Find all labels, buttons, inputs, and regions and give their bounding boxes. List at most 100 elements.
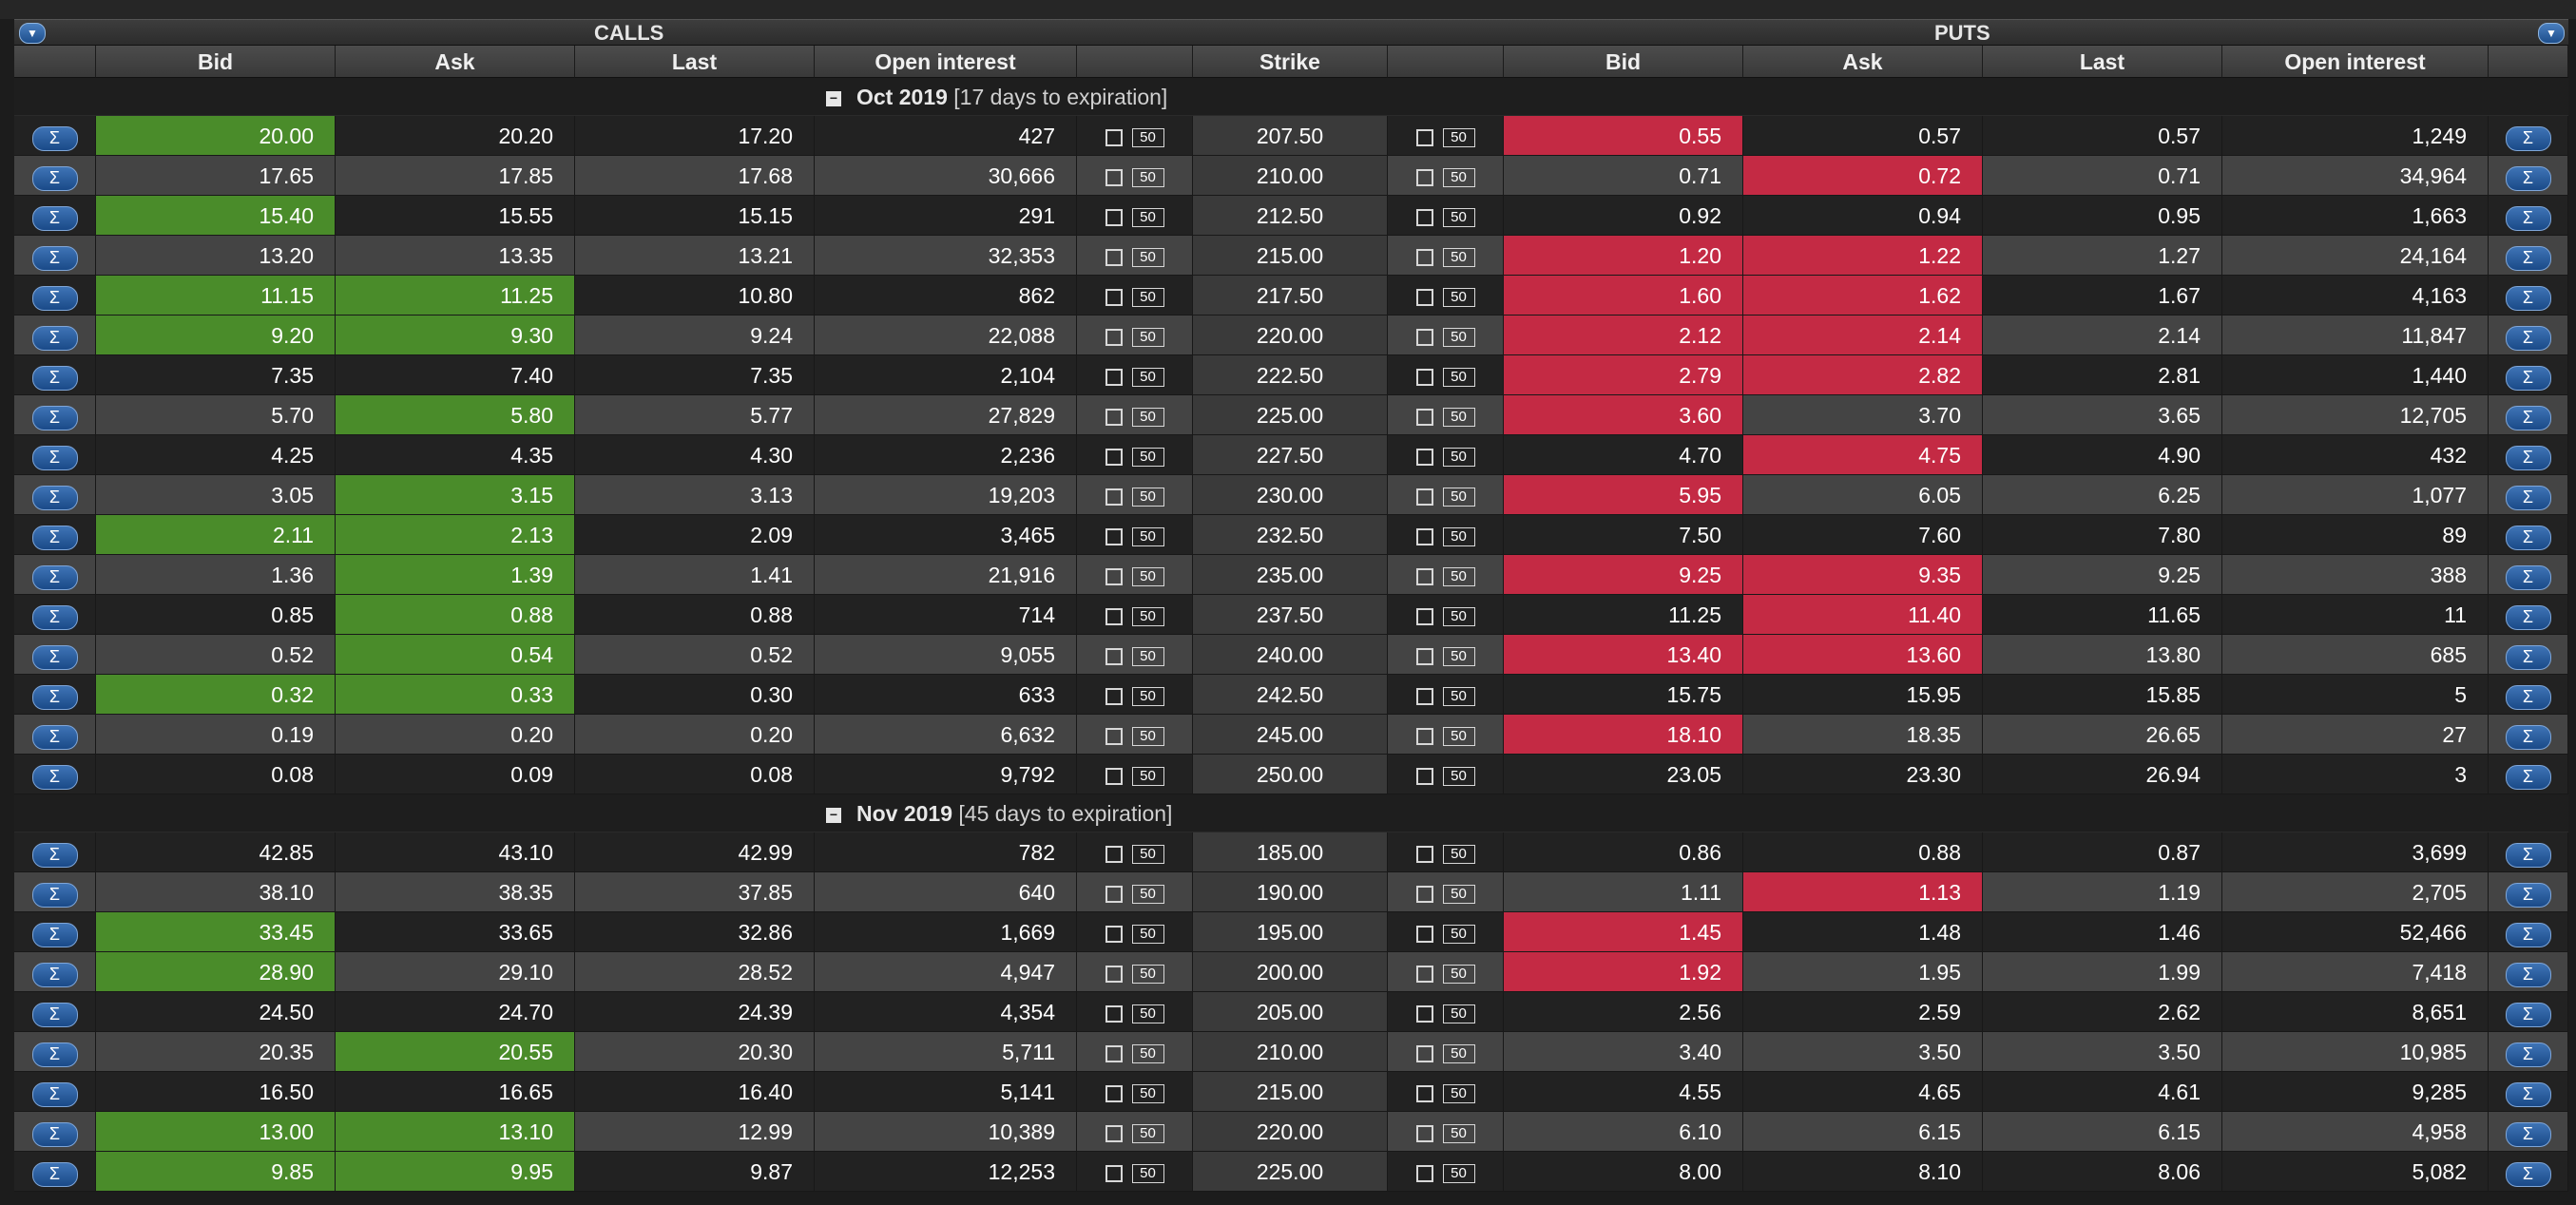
call-quantity-field[interactable]: 50 [1131,726,1164,746]
put-quantity-field[interactable]: 50 [1442,646,1475,666]
call-ask-cell[interactable]: 17.85 [336,156,575,196]
call-quantity-field[interactable]: 50 [1131,247,1164,267]
call-sigma-icon[interactable]: Σ [31,1162,78,1187]
call-sigma-icon[interactable]: Σ [31,446,78,470]
put-quantity-field[interactable]: 50 [1442,686,1475,706]
put-ask-cell[interactable]: 4.65 [1743,1072,1983,1112]
call-select-checkbox[interactable] [1105,168,1123,186]
put-ask-cell[interactable]: 8.10 [1743,1152,1983,1192]
put-bid-cell[interactable]: 1.11 [1504,872,1743,912]
put-select-checkbox[interactable] [1415,727,1433,745]
call-select-checkbox[interactable] [1105,727,1123,745]
call-sigma-icon[interactable]: Σ [31,166,78,191]
put-quantity-field[interactable]: 50 [1442,526,1475,546]
put-ask-cell[interactable]: 0.72 [1743,156,1983,196]
call-ask-cell[interactable]: 20.20 [336,116,575,156]
calls-menu-icon[interactable]: ▼ [19,23,46,44]
call-quantity-field[interactable]: 50 [1131,127,1164,147]
put-quantity-field[interactable]: 50 [1442,447,1475,467]
call-ask-cell[interactable]: 16.65 [336,1072,575,1112]
put-quantity-field[interactable]: 50 [1442,207,1475,227]
put-select-checkbox[interactable] [1415,925,1433,943]
put-sigma-icon[interactable]: Σ [2505,126,2551,151]
put-select-checkbox[interactable] [1415,488,1433,506]
put-sigma-icon[interactable]: Σ [2505,1003,2551,1027]
call-ask-cell[interactable]: 9.95 [336,1152,575,1192]
put-sigma-icon[interactable]: Σ [2505,406,2551,430]
put-ask-cell[interactable]: 0.94 [1743,196,1983,236]
call-select-checkbox[interactable] [1105,647,1123,665]
call-quantity-field[interactable]: 50 [1131,606,1164,626]
call-quantity-field[interactable]: 50 [1131,964,1164,984]
call-ask-cell[interactable]: 1.39 [336,555,575,595]
put-select-checkbox[interactable] [1415,328,1433,346]
put-bid-cell[interactable]: 6.10 [1504,1112,1743,1152]
put-sigma-icon[interactable]: Σ [2505,1122,2551,1147]
put-select-checkbox[interactable] [1415,408,1433,426]
put-sigma-icon[interactable]: Σ [2505,1162,2551,1187]
put-quantity-field[interactable]: 50 [1442,606,1475,626]
call-select-checkbox[interactable] [1105,1044,1123,1062]
put-ask-cell[interactable]: 23.30 [1743,755,1983,794]
call-ask-cell[interactable]: 7.40 [336,355,575,395]
call-quantity-field[interactable]: 50 [1131,766,1164,786]
call-bid-cell[interactable]: 11.15 [96,276,336,316]
put-ask-cell[interactable]: 7.60 [1743,515,1983,555]
put-sigma-icon[interactable]: Σ [2505,326,2551,351]
call-bid-cell[interactable]: 0.19 [96,715,336,755]
call-bid-cell[interactable]: 20.00 [96,116,336,156]
call-sigma-icon[interactable]: Σ [31,126,78,151]
call-quantity-field[interactable]: 50 [1131,924,1164,944]
put-select-checkbox[interactable] [1415,567,1433,585]
put-sigma-icon[interactable]: Σ [2505,446,2551,470]
put-sigma-icon[interactable]: Σ [2505,526,2551,550]
call-ask-cell[interactable]: 24.70 [336,992,575,1032]
put-bid-cell[interactable]: 4.70 [1504,435,1743,475]
put-quantity-field[interactable]: 50 [1442,924,1475,944]
call-ask-cell[interactable]: 11.25 [336,276,575,316]
put-ask-cell[interactable]: 11.40 [1743,595,1983,635]
call-sigma-icon[interactable]: Σ [31,923,78,947]
call-select-checkbox[interactable] [1105,1164,1123,1182]
call-bid-cell[interactable]: 0.52 [96,635,336,675]
put-ask-cell[interactable]: 1.62 [1743,276,1983,316]
call-ask-cell[interactable]: 0.54 [336,635,575,675]
put-bid-cell[interactable]: 1.45 [1504,912,1743,952]
put-bid-cell[interactable]: 0.71 [1504,156,1743,196]
put-quantity-field[interactable]: 50 [1442,726,1475,746]
put-sigma-icon[interactable]: Σ [2505,725,2551,750]
put-select-checkbox[interactable] [1415,687,1433,705]
put-quantity-field[interactable]: 50 [1442,566,1475,586]
call-select-checkbox[interactable] [1105,845,1123,863]
put-bid-cell[interactable]: 23.05 [1504,755,1743,794]
call-select-checkbox[interactable] [1105,527,1123,545]
call-quantity-field[interactable]: 50 [1131,1083,1164,1103]
call-ask-cell[interactable]: 15.55 [336,196,575,236]
put-ask-cell[interactable]: 9.35 [1743,555,1983,595]
call-quantity-field[interactable]: 50 [1131,1163,1164,1183]
call-sigma-icon[interactable]: Σ [31,526,78,550]
call-quantity-field[interactable]: 50 [1131,526,1164,546]
call-sigma-icon[interactable]: Σ [31,843,78,868]
put-bid-cell[interactable]: 11.25 [1504,595,1743,635]
call-select-checkbox[interactable] [1105,248,1123,266]
call-select-checkbox[interactable] [1105,408,1123,426]
put-ask-cell[interactable]: 0.88 [1743,832,1983,872]
call-quantity-field[interactable]: 50 [1131,487,1164,507]
call-quantity-field[interactable]: 50 [1131,1004,1164,1023]
call-quantity-field[interactable]: 50 [1131,167,1164,187]
put-quantity-field[interactable]: 50 [1442,487,1475,507]
call-bid-cell[interactable]: 24.50 [96,992,336,1032]
call-select-checkbox[interactable] [1105,488,1123,506]
call-sigma-icon[interactable]: Σ [31,1003,78,1027]
call-quantity-field[interactable]: 50 [1131,367,1164,387]
call-quantity-field[interactable]: 50 [1131,1043,1164,1063]
put-ask-cell[interactable]: 2.14 [1743,316,1983,355]
put-sigma-icon[interactable]: Σ [2505,565,2551,590]
put-bid-cell[interactable]: 3.40 [1504,1032,1743,1072]
put-ask-cell[interactable]: 2.59 [1743,992,1983,1032]
call-select-checkbox[interactable] [1105,925,1123,943]
put-sigma-icon[interactable]: Σ [2505,1042,2551,1067]
put-bid-cell[interactable]: 18.10 [1504,715,1743,755]
call-ask-cell[interactable]: 2.13 [336,515,575,555]
